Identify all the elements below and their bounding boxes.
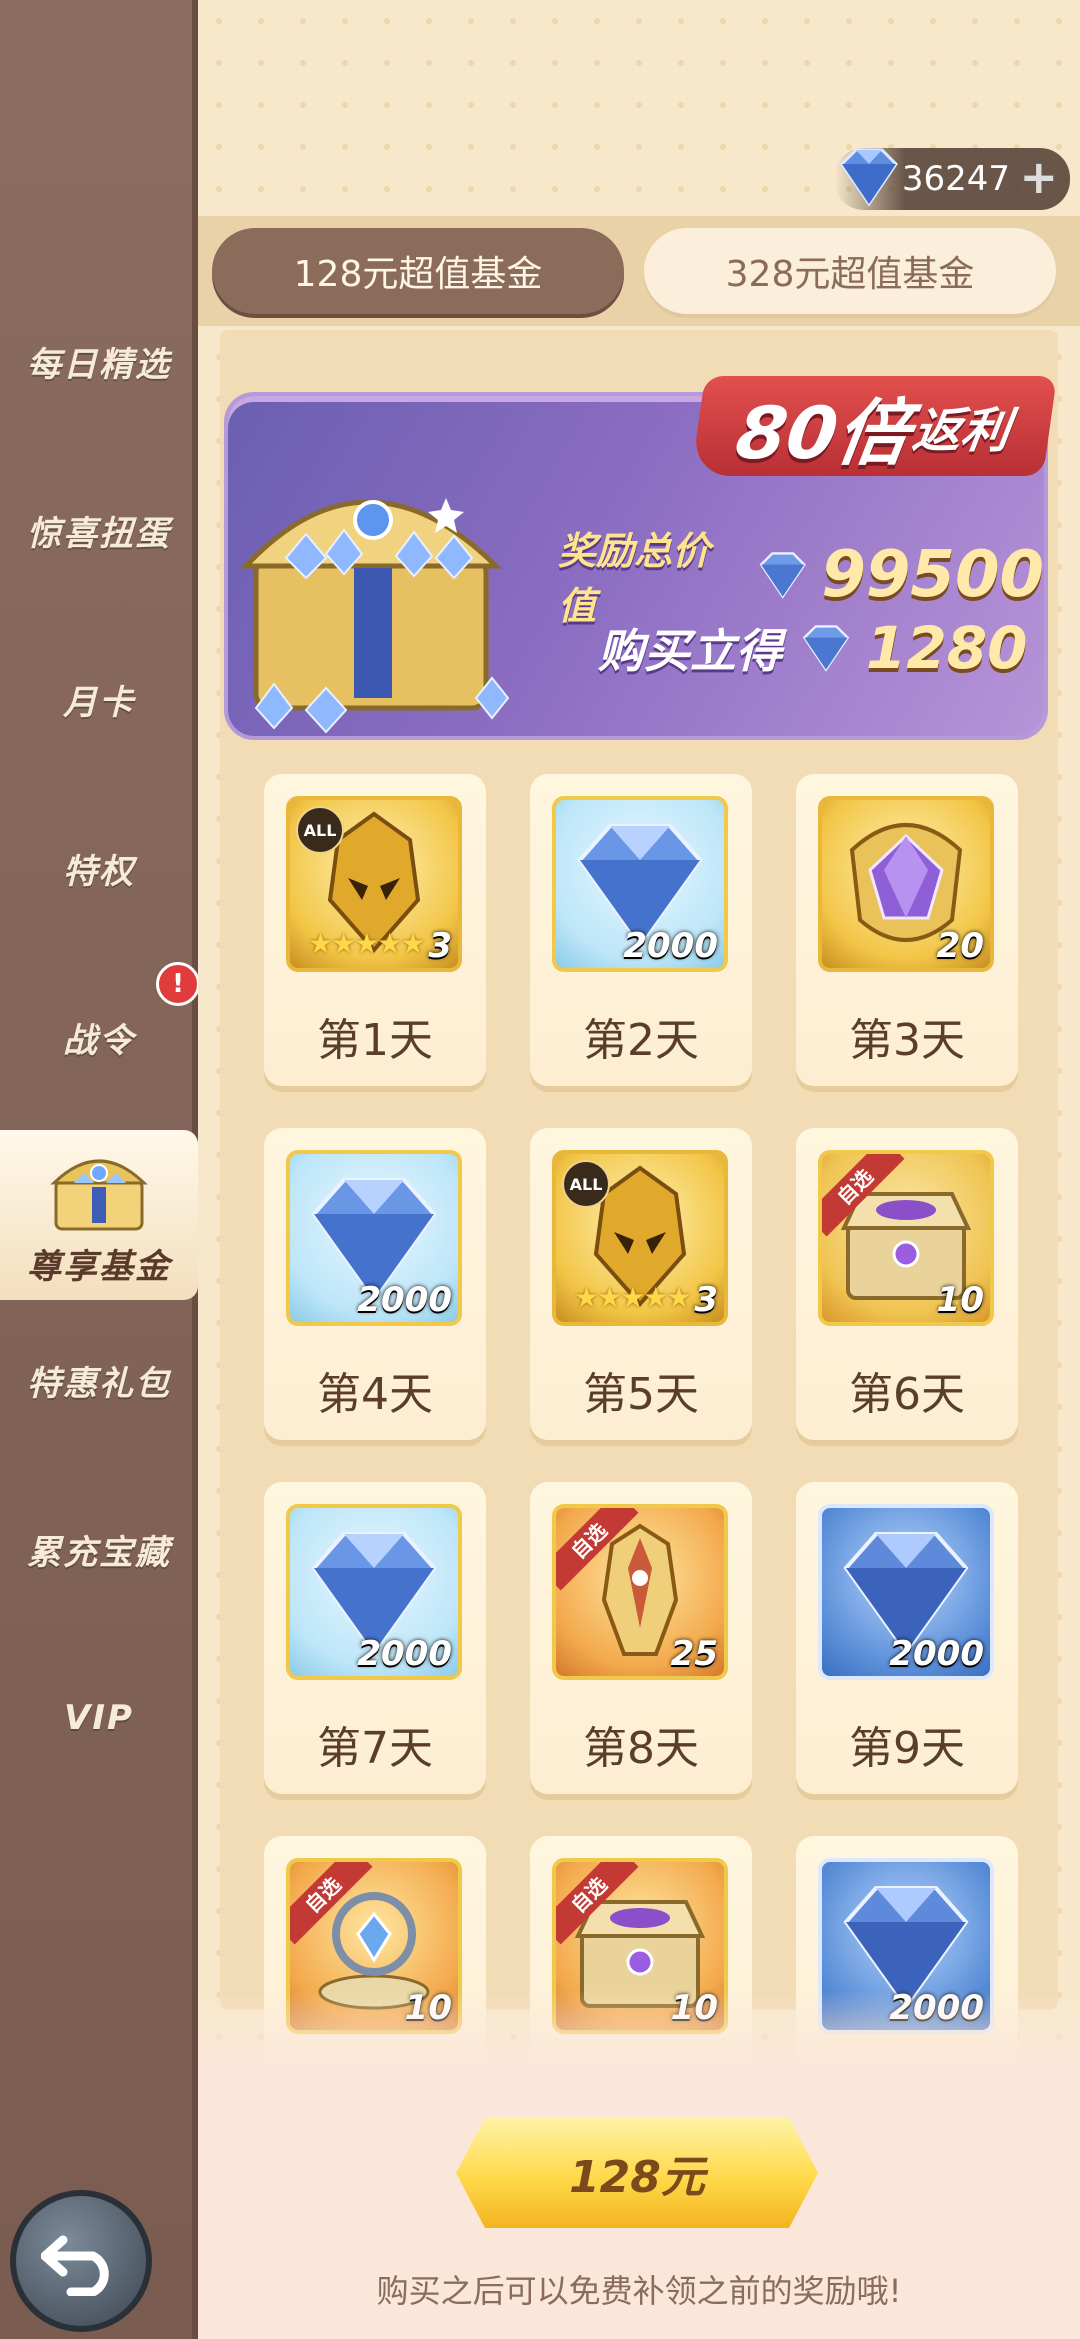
reward-quantity: 3 (694, 1280, 718, 1320)
reward-icon-frame: 20 (818, 796, 994, 972)
day-label: 第8天 (583, 1723, 699, 1774)
tab-bar: 128元超值基金 328元超值基金 (198, 216, 1080, 326)
day-label: 第1天 (317, 1015, 433, 1066)
currency-amount: 36247 (901, 159, 1010, 199)
buy-note: 购买之后可以免费补领之前的奖励哦! (376, 2272, 902, 2310)
total-value-amount: 99500 (821, 538, 1044, 612)
reward-icon-frame: 2000 (286, 1150, 462, 1326)
tab-fund-328[interactable]: 328元超值基金 (644, 228, 1056, 314)
reward-icon-frame: 自选 25 (552, 1504, 728, 1680)
reward-card-day9[interactable]: 2000 第9天 (796, 1482, 1018, 1794)
reward-quantity: 3 (428, 926, 452, 966)
star-rating: ★★★★★ (308, 927, 426, 960)
reward-icon-frame: 2000 (552, 796, 728, 972)
instant-reward-row: 购买立得 1280 (598, 614, 1027, 682)
sidebar-item-label: 每日精选 (27, 344, 171, 385)
reward-icon-frame: ALL ★★★★★ 3 (552, 1150, 728, 1326)
reward-card-day6[interactable]: 自选 10 第6天 (796, 1128, 1018, 1440)
buy-button-label: 128元 (569, 2152, 705, 2203)
diamond-icon (802, 625, 850, 672)
instant-reward-amount: 1280 (866, 614, 1028, 682)
main-area: 36247 + 128元超值基金 328元超值基金 80倍 返利 奖励总价值 9… (198, 0, 1080, 2339)
reward-quantity: 2000 (357, 1634, 452, 1674)
star-rating: ★★★★★ (574, 1281, 692, 1314)
reward-icon-frame: 2000 (286, 1504, 462, 1680)
sidebar-item-daily[interactable]: 每日精选 (0, 286, 198, 436)
sidebar-item-privilege[interactable]: 特权 (0, 793, 198, 943)
sidebar-item-label: VIP (64, 1698, 134, 1738)
reward-card-day5[interactable]: ALL ★★★★★ 3 第5天 (530, 1128, 752, 1440)
rebate-multiplier: 80倍 (731, 390, 916, 475)
back-arrow-icon (41, 2235, 109, 2296)
reward-quantity: 10 (936, 1280, 984, 1320)
fund-banner: 80倍 返利 奖励总价值 99500 购买立得 1280 (228, 376, 1058, 736)
day-label: 第9天 (849, 1723, 965, 1774)
reward-quantity: 20 (936, 926, 984, 966)
sidebar-item-label: 累充宝藏 (27, 1532, 171, 1573)
buy-button[interactable]: 128元 (456, 2118, 818, 2228)
reward-quantity: 2000 (623, 926, 718, 966)
reward-card-day4[interactable]: 2000 第4天 (264, 1128, 486, 1440)
tab-label: 128元超值基金 (293, 254, 543, 295)
reward-quantity: 2000 (357, 1280, 452, 1320)
reward-card-day3[interactable]: 20 第3天 (796, 774, 1018, 1086)
sidebar-item-label: 月卡 (63, 682, 135, 723)
day-label: 第4天 (317, 1369, 433, 1420)
back-button[interactable] (10, 2190, 152, 2332)
reward-icon-frame: 自选 10 (818, 1150, 994, 1326)
sidebar-item-gacha[interactable]: 惊喜扭蛋 (0, 455, 198, 605)
reward-quantity: 25 (670, 1634, 718, 1674)
day-label: 第3天 (849, 1015, 965, 1066)
day-label: 第5天 (583, 1369, 699, 1420)
reward-icon-frame: ALL ★★★★★ 3 (286, 796, 462, 972)
instant-reward-label: 购买立得 (598, 624, 782, 678)
all-tag: ALL (296, 806, 344, 854)
reward-card-day2[interactable]: 2000 第2天 (530, 774, 752, 1086)
reward-card-day8[interactable]: 自选 25 第8天 (530, 1482, 752, 1794)
alert-badge: ! (156, 962, 200, 1006)
sidebar-item-label: 特惠礼包 (27, 1363, 171, 1404)
day-label: 第2天 (583, 1015, 699, 1066)
sidebar-item-recharge[interactable]: 累充宝藏 (0, 1474, 198, 1624)
treasure-chest-icon (50, 1159, 148, 1231)
reward-card-day1[interactable]: ALL ★★★★★ 3 第1天 (264, 774, 486, 1086)
diamond-icon (840, 148, 898, 207)
sidebar-item-special[interactable]: 特惠礼包 (0, 1305, 198, 1455)
rebate-ribbon: 80倍 返利 (690, 376, 1058, 476)
day-label: 第7天 (317, 1723, 433, 1774)
sidebar-item-label: 战令 (63, 1020, 135, 1061)
sidebar-item-label: 特权 (63, 851, 135, 892)
sidebar-item-fund[interactable]: 尊享基金 (0, 1130, 198, 1300)
sidebar-item-label: 惊喜扭蛋 (27, 513, 171, 554)
day-label: 第6天 (849, 1369, 965, 1420)
sidebar: 每日精选 惊喜扭蛋 月卡 特权 战令 ! 尊享基金 特惠礼包 累充宝藏 VIP (0, 0, 200, 2339)
rebate-label: 返利 (909, 403, 1014, 459)
sidebar-item-monthcard[interactable]: 月卡 (0, 624, 198, 774)
tab-fund-128[interactable]: 128元超值基金 (212, 228, 624, 314)
reward-card-day7[interactable]: 2000 第7天 (264, 1482, 486, 1794)
reward-quantity: 2000 (889, 1634, 984, 1674)
treasure-chest-icon (240, 498, 510, 734)
currency-display: 36247 + (834, 148, 1070, 210)
diamond-icon (759, 552, 806, 599)
all-tag: ALL (562, 1160, 610, 1208)
sidebar-item-label: 尊享基金 (27, 1247, 171, 1287)
tab-label: 328元超值基金 (725, 254, 975, 295)
add-currency-button[interactable]: + (1019, 154, 1058, 200)
sidebar-item-vip[interactable]: VIP (0, 1643, 198, 1793)
reward-icon-frame: 2000 (818, 1504, 994, 1680)
